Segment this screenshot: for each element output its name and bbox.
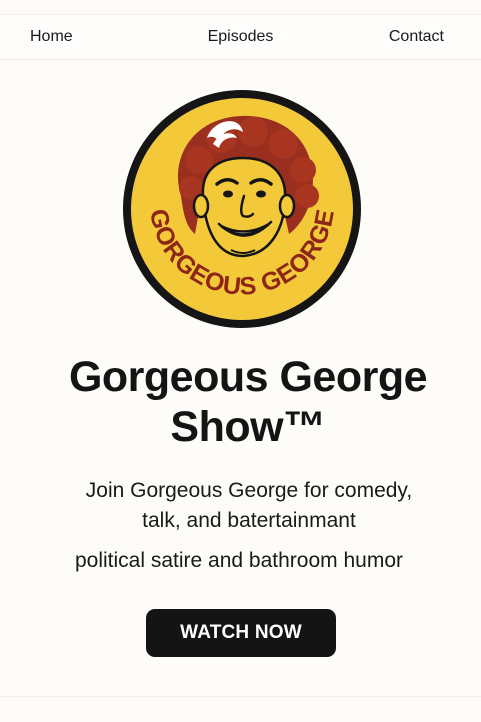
- nav-link-episodes[interactable]: Episodes: [208, 28, 274, 45]
- footer-divider: [0, 696, 481, 697]
- page-title: Gorgeous George Show™: [0, 352, 481, 452]
- nav-link-home[interactable]: Home: [30, 28, 73, 46]
- subline-text: political satire and bathroom humor: [74, 549, 403, 572]
- tagline-line-2: talk, and batertainmant: [142, 509, 356, 532]
- top-nav-bar: Home Episodes Contact: [0, 14, 481, 60]
- nav-link-contact[interactable]: Contact: [389, 28, 444, 46]
- tagline: Join Gorgeous George for comedy, talk, a…: [54, 476, 444, 536]
- watch-now-button[interactable]: WATCH NOW: [146, 609, 336, 657]
- gorgeous-george-logo-icon: GORGEOUS GEORGE: [123, 90, 361, 328]
- show-logo: GORGEOUS GEORGE: [121, 88, 363, 330]
- title-line-1: Gorgeous George: [68, 353, 428, 401]
- title-line-2: Show™: [170, 403, 326, 451]
- tagline-line-1: Join Gorgeous George for comedy,: [85, 479, 413, 502]
